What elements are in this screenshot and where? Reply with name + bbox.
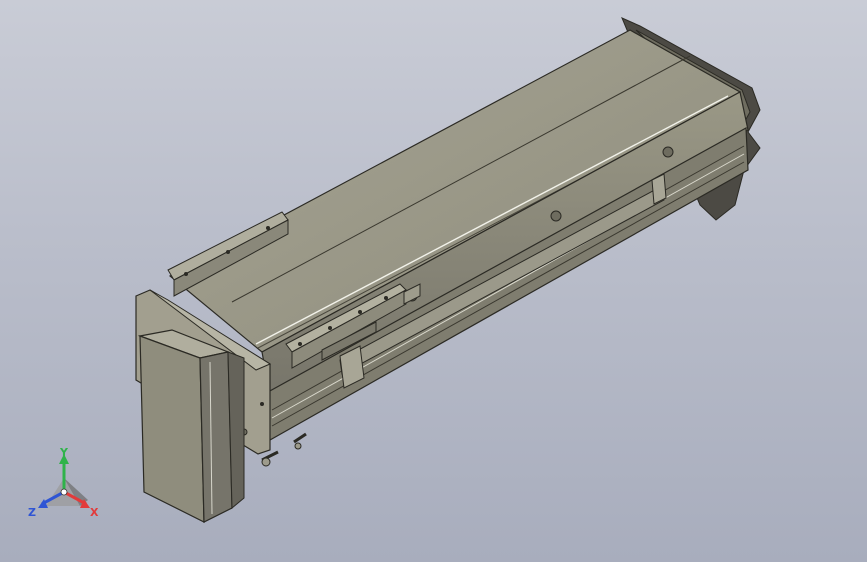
coordinate-triad: Y X Z (28, 448, 99, 519)
motor-housing[interactable] (137, 329, 245, 523)
linear-actuator-model[interactable] (0, 0, 867, 562)
y-axis-label: Y (59, 448, 69, 459)
mount-hole (550, 210, 562, 222)
graphics-viewport[interactable]: Y X Z (0, 0, 867, 562)
x-axis-label: X (90, 506, 99, 519)
z-axis-label: Z (28, 506, 36, 519)
mount-hole (662, 146, 674, 158)
